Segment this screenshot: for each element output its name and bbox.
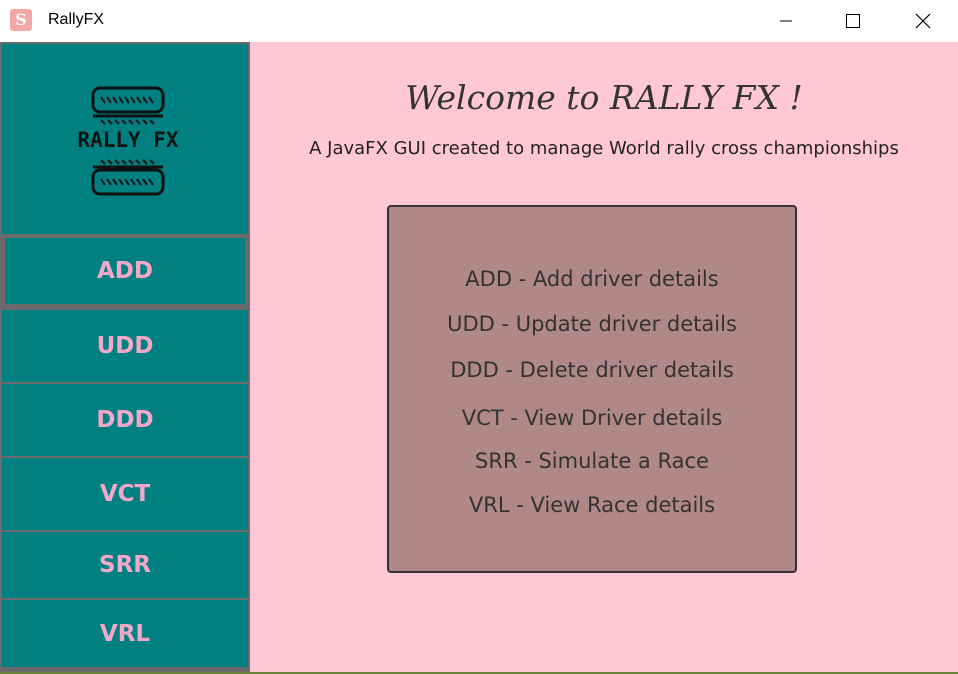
add-button[interactable]: ADD [2,235,248,307]
vrl-button[interactable]: VRL [2,600,248,667]
udd-button[interactable]: UDD [2,310,248,382]
srr-button[interactable]: SRR [2,532,248,598]
ddd-button[interactable]: DDD [2,384,248,456]
menu-info-box: ADD - Add driver details UDD - Update dr… [387,205,797,573]
info-item-vct: VCT - View Driver details [461,406,723,430]
close-icon [915,13,931,29]
logo-text: RALLY FX [77,128,179,152]
info-item-vrl: VRL - View Race details [468,493,716,517]
subtitle: A JavaFX GUI created to manage World ral… [309,138,899,159]
app-icon: S [10,9,32,31]
minimize-button[interactable] [763,0,809,42]
info-item-udd: UDD - Update driver details [447,312,737,336]
sidebar: RALLY FX ADD UDD DDD VCT SRR VRL [0,42,250,672]
welcome-heading: Welcome to RALLY FX ! [405,78,803,117]
maximize-button[interactable] [830,0,876,42]
logo-panel: RALLY FX [2,44,248,234]
info-item-srr: SRR - Simulate a Race [475,449,709,473]
minimize-icon [780,20,792,22]
info-item-add: ADD - Add driver details [465,267,719,291]
main-area: RALLY FX ADD UDD DDD VCT SRR VRL Welcome… [0,42,958,672]
maximize-icon [846,14,860,28]
vct-button[interactable]: VCT [2,458,248,530]
tire-logo: RALLY FX [77,86,179,196]
close-button[interactable] [900,0,946,42]
info-item-ddd: DDD - Delete driver details [450,358,734,382]
content-panel: Welcome to RALLY FX ! A JavaFX GUI creat… [250,42,958,672]
window-title: RallyFX [48,11,105,28]
title-bar: S RallyFX [0,0,958,42]
